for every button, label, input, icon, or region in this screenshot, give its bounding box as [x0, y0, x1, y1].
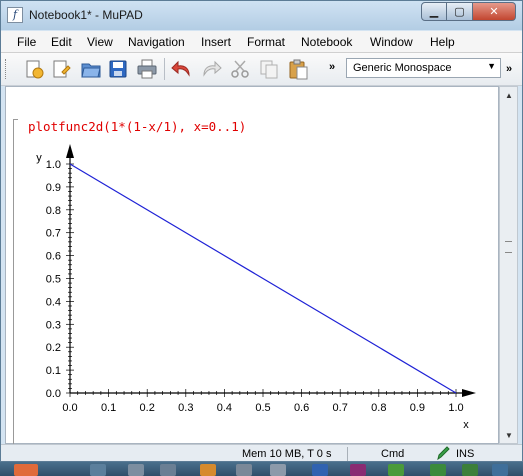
window-title: Notebook1* - MuPAD — [29, 8, 143, 22]
status-bar: Mem 10 MB, T 0 s Cmd INS — [1, 444, 522, 461]
y-axis-label: y — [36, 152, 42, 164]
toolbar-separator — [164, 58, 165, 80]
taskbar-app-12[interactable] — [492, 464, 508, 476]
y-tick-label: 0.9 — [46, 182, 61, 194]
x-tick-label: 0.3 — [178, 402, 193, 414]
menu-navigation[interactable]: Navigation — [128, 35, 185, 49]
toolbar-overflow-chevron[interactable]: » — [329, 61, 335, 73]
undo-icon[interactable] — [171, 58, 193, 80]
x-axis-arrow — [462, 389, 476, 397]
y-tick-label: 0.6 — [46, 251, 61, 263]
plot-area[interactable]: 0.0 0.1 0.2 0.3 0.4 0.5 0.6 0.7 0.8 0.9 1.0 0.0 0.1 0… — [1, 141, 501, 462]
taskbar-app-3[interactable] — [160, 464, 176, 476]
redo-icon[interactable] — [200, 58, 222, 80]
x-tick-label: 0.2 — [140, 402, 155, 414]
toolbar-overflow-chevron-2[interactable]: » — [506, 63, 512, 75]
taskbar-app-2[interactable] — [128, 464, 144, 476]
y-tick-label: 0.8 — [46, 205, 61, 217]
menu-help[interactable]: Help — [430, 35, 455, 49]
pencil-icon — [437, 446, 450, 461]
minimize-icon: ▁ — [429, 6, 439, 18]
y-tick-label: 1.0 — [46, 159, 61, 171]
y-tick-label: 0.1 — [46, 365, 61, 377]
menu-view[interactable]: View — [87, 35, 113, 49]
font-family-value: Generic Monospace — [353, 62, 452, 74]
memory-status: Mem 10 MB, T 0 s — [242, 448, 332, 460]
chevron-down-icon[interactable]: ▼ — [487, 61, 496, 71]
menu-bar: File Edit View Navigation Insert Format … — [1, 31, 522, 53]
input-command[interactable]: plotfunc2d(1*(1-x/1), x=0..1) — [28, 119, 246, 134]
title-bar[interactable]: f Notebook1* - MuPAD ▁ ▢ ✕ — [1, 1, 522, 30]
menu-format[interactable]: Format — [247, 35, 285, 49]
vertical-scrollbar[interactable]: ▲ ▼ — [499, 86, 518, 444]
start-button[interactable] — [14, 464, 38, 476]
x-tick-label: 0.8 — [371, 402, 386, 414]
menu-insert[interactable]: Insert — [201, 35, 231, 49]
x-tick-label: 1.0 — [448, 402, 463, 414]
y-axis-arrow — [66, 144, 74, 158]
mupad-app-icon: f — [7, 7, 23, 23]
menu-window[interactable]: Window — [370, 35, 413, 49]
mupad-window: f Notebook1* - MuPAD ▁ ▢ ✕ File Edit Vie… — [0, 0, 523, 462]
y-tick-label: 0.2 — [46, 342, 61, 354]
menu-notebook[interactable]: Notebook — [301, 35, 352, 49]
new-text-icon[interactable] — [50, 58, 72, 80]
new-notebook-icon[interactable] — [23, 58, 45, 80]
open-folder-icon[interactable] — [80, 58, 102, 80]
taskbar-app-4[interactable] — [200, 464, 216, 476]
close-icon: ✕ — [489, 6, 499, 18]
taskbar-app-7[interactable] — [312, 464, 328, 476]
maximize-button[interactable]: ▢ — [447, 2, 473, 21]
taskbar — [0, 462, 523, 476]
menu-edit[interactable]: Edit — [51, 35, 72, 49]
y-tick-label: 0.3 — [46, 319, 61, 331]
x-tick-label: 0.7 — [333, 402, 348, 414]
x-tick-label: 0.5 — [255, 402, 270, 414]
taskbar-app-10[interactable] — [430, 464, 446, 476]
maximize-icon: ▢ — [454, 6, 465, 18]
taskbar-app-1[interactable] — [90, 464, 106, 476]
taskbar-app-6[interactable] — [270, 464, 286, 476]
print-icon[interactable] — [136, 58, 158, 80]
minimize-button[interactable]: ▁ — [421, 2, 447, 21]
x-tick-label: 0.4 — [217, 402, 232, 414]
taskbar-app-9[interactable] — [388, 464, 404, 476]
copy-icon[interactable] — [258, 58, 280, 80]
toolbar-grip[interactable] — [5, 59, 9, 79]
scroll-up-icon[interactable]: ▲ — [505, 91, 513, 100]
taskbar-app-11[interactable] — [462, 464, 478, 476]
x-tick-label: 0.9 — [410, 402, 425, 414]
cut-icon[interactable] — [229, 58, 251, 80]
taskbar-app-5[interactable] — [236, 464, 252, 476]
font-family-select[interactable]: Generic Monospace ▼ — [346, 58, 501, 78]
scroll-grip[interactable] — [505, 241, 512, 253]
menu-file[interactable]: File — [17, 35, 36, 49]
scroll-down-icon[interactable]: ▼ — [505, 431, 513, 440]
mode-status: Cmd — [381, 448, 405, 460]
series-line — [69, 163, 457, 394]
insert-mode-status: INS — [456, 448, 475, 460]
x-tick-label: 0.0 — [62, 402, 77, 414]
x-tick-label: 0.6 — [294, 402, 309, 414]
paste-icon[interactable] — [287, 58, 309, 80]
close-button[interactable]: ✕ — [473, 2, 516, 21]
taskbar-app-8[interactable] — [350, 464, 366, 476]
y-tick-label: 0.7 — [46, 228, 61, 240]
y-tick-label: 0.4 — [46, 296, 61, 308]
x-axis-label: x — [463, 419, 469, 431]
x-tick-label: 0.1 — [101, 402, 116, 414]
y-tick-label: 0.0 — [46, 388, 61, 400]
y-tick-label: 0.5 — [46, 274, 61, 286]
save-icon[interactable] — [107, 58, 129, 80]
